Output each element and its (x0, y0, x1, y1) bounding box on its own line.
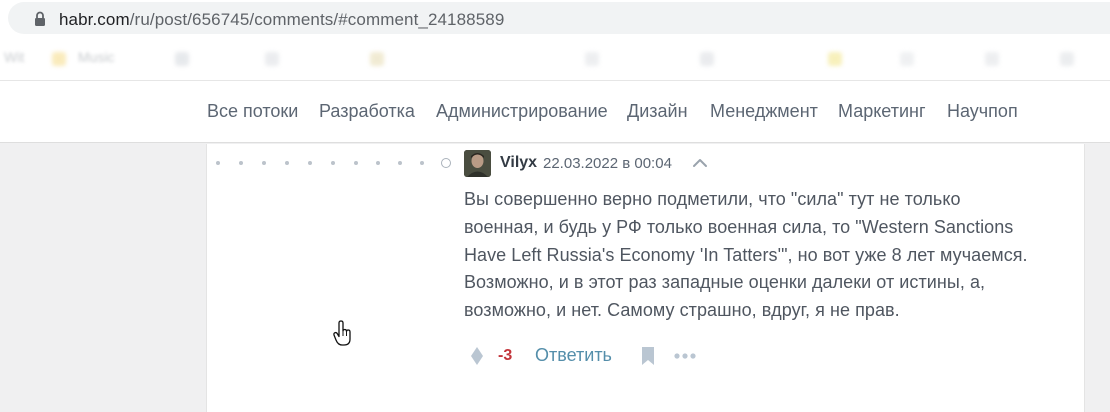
more-icon[interactable] (672, 346, 698, 366)
thread-dot (262, 161, 266, 165)
avatar[interactable] (464, 150, 491, 177)
bookmark-favicon (52, 52, 66, 66)
bookmark-favicon (265, 52, 279, 66)
bookmark-favicon (700, 52, 714, 66)
thread-dot (354, 161, 358, 165)
comment-line: Вы совершенно верно подметили, что "сила… (464, 189, 961, 209)
lock-icon[interactable] (34, 11, 46, 27)
browser-address-bar: habr.com/ru/post/656745/comments/#commen… (0, 0, 1110, 40)
nav-item-popsci[interactable]: Научпоп (947, 101, 1018, 122)
nav-item-development[interactable]: Разработка (319, 101, 415, 122)
thread-dot (239, 161, 243, 165)
bookmark-favicon (900, 52, 914, 66)
nav-item-all-flows[interactable]: Все потоки (207, 101, 298, 122)
thread-dot (420, 161, 424, 165)
bookmark-favicon (1060, 52, 1074, 66)
thread-dot (376, 161, 380, 165)
bookmark-favicon (985, 52, 999, 66)
url-host: habr.com (59, 10, 130, 29)
chevron-up-icon[interactable] (692, 157, 708, 169)
hubs-nav: Все потоки Разработка Администрирование … (0, 80, 1110, 143)
thread-dot (216, 161, 220, 165)
nav-item-design[interactable]: Дизайн (627, 101, 688, 122)
comment-date[interactable]: 22.03.2022 в 00:04 (543, 155, 672, 172)
thread-dot (398, 161, 402, 165)
nav-item-management[interactable]: Менеджмент (710, 101, 818, 122)
comment-body: Вы совершенно верно подметили, что "сила… (464, 186, 1074, 325)
bookmark-favicon (175, 52, 189, 66)
thread-current-ring (441, 158, 451, 168)
thread-dot (285, 161, 289, 165)
thread-dot (331, 161, 335, 165)
comment-score: -3 (498, 347, 513, 364)
hand-cursor-icon (333, 320, 351, 346)
thread-dot (308, 161, 312, 165)
url-text[interactable]: habr.com/ru/post/656745/comments/#commen… (59, 10, 504, 30)
bookmark-favicon (585, 52, 599, 66)
nav-item-marketing[interactable]: Маркетинг (838, 101, 926, 122)
comment-line: Have Left Russia's Economy 'In Tatters'"… (464, 244, 1028, 265)
url-path: /ru/post/656745/comments/#comment_241885… (129, 10, 505, 29)
reply-button[interactable]: Ответить (535, 345, 612, 366)
vote-icon[interactable] (470, 346, 484, 366)
comment-line: военная, и будь у РФ только военная сила… (464, 216, 1014, 237)
comment-author[interactable]: Vilyx (500, 154, 537, 172)
avatar-image (464, 150, 491, 177)
bookmark-item[interactable]: Music (78, 49, 115, 65)
comment-line: Возможно, и в этот раз западные оценки д… (464, 272, 986, 293)
bookmark-icon[interactable] (641, 346, 655, 366)
bookmarks-bar: Wit Music (0, 40, 1110, 80)
bookmark-item[interactable]: Wit (4, 49, 24, 65)
comment-line: возможно, и нет. Самому страшно, вдруг, … (464, 300, 900, 321)
bookmark-favicon (370, 52, 384, 66)
bookmark-favicon (828, 52, 842, 66)
nav-item-administration[interactable]: Администрирование (436, 101, 608, 122)
address-field[interactable]: habr.com/ru/post/656745/comments/#commen… (8, 2, 1110, 34)
